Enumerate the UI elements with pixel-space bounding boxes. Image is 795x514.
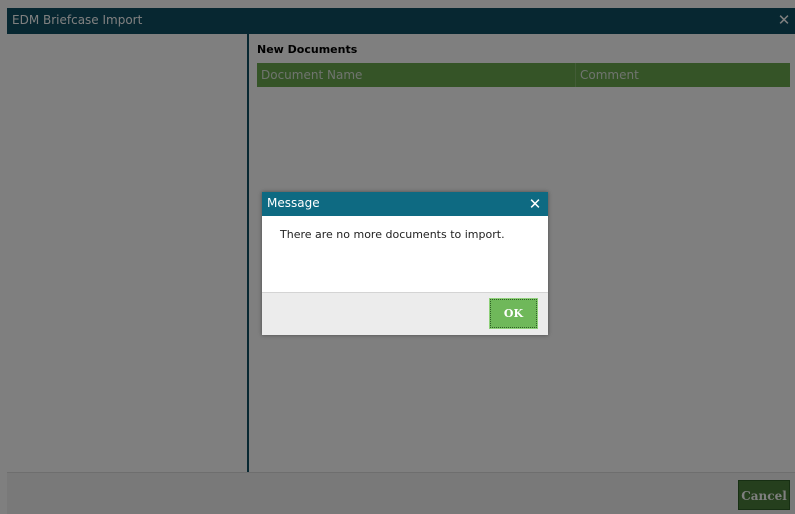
dialog-body: There are no more documents to import. bbox=[262, 216, 548, 292]
dialog-footer: OK bbox=[262, 292, 548, 335]
dialog-titlebar: Message ✕ bbox=[262, 192, 548, 216]
dialog-close-icon[interactable]: ✕ bbox=[526, 194, 544, 214]
message-dialog: Message ✕ There are no more documents to… bbox=[262, 192, 548, 335]
ok-button[interactable]: OK bbox=[489, 298, 538, 329]
dialog-message: There are no more documents to import. bbox=[280, 228, 505, 241]
dialog-title: Message bbox=[267, 196, 320, 210]
